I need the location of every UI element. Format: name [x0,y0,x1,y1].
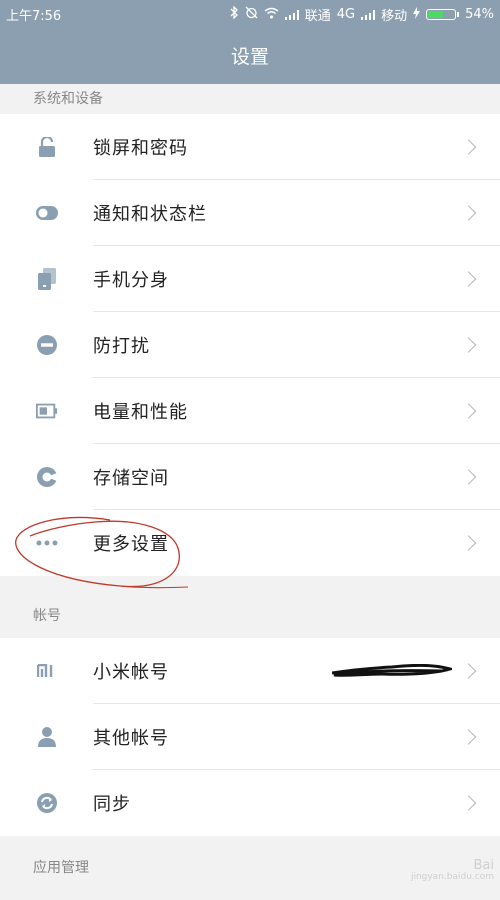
signal-icon-2 [361,9,376,20]
toggle-icon [36,202,58,224]
more-icon [36,532,58,554]
row-label: 更多设置 [93,534,169,555]
row-label: 同步 [93,794,131,815]
battery-icon [36,400,58,422]
battery-percent: 54% [465,7,494,22]
alarm-off-icon [245,6,258,23]
row-label: 锁屏和密码 [93,138,188,159]
bluetooth-icon [229,5,239,23]
section-header-account: 帐号 [0,586,500,646]
charging-icon [413,6,421,23]
carrier-2: 移动 [381,9,408,24]
chevron-right-icon [460,403,477,419]
settings-row-do-not-disturb[interactable]: 防打扰 [0,312,500,378]
chevron-right-icon [460,271,477,287]
page-title: 设置 [230,46,269,68]
row-label: 小米帐号 [93,662,169,683]
settings-row-battery[interactable]: 电量和性能 [0,378,500,444]
row-label: 电量和性能 [93,402,188,423]
settings-row-other-accounts[interactable]: 其他帐号 [0,704,500,770]
row-label: 存储空间 [93,468,169,489]
signal-icon [284,9,299,20]
chevron-right-icon [460,205,477,221]
chevron-right-icon [460,663,477,679]
account-settings-group: 小米帐号 其他帐号 同步 [0,638,500,836]
chevron-right-icon [460,729,477,745]
battery-nub [457,12,460,17]
settings-row-notifications[interactable]: 通知和状态栏 [0,180,500,246]
settings-row-lock-screen[interactable]: 锁屏和密码 [0,114,500,180]
phone-clone-icon [36,268,58,290]
system-settings-group: 锁屏和密码 通知和状态栏 手机分身 防打扰 电量和性能 存储空间 更多设置 [0,114,500,576]
chevron-right-icon [460,337,477,353]
section-header-system: 系统和设备 [0,84,500,114]
network-type: 4G [336,7,356,22]
mi-icon [36,660,58,682]
row-label: 防打扰 [93,336,150,357]
row-label: 通知和状态栏 [93,204,207,225]
watermark-url: jingyan.baidu.com [410,872,494,883]
row-label: 其他帐号 [93,728,169,749]
settings-row-sync[interactable]: 同步 [0,770,500,836]
watermark: Bai jingyan.baidu.com [410,857,495,883]
row-label: 手机分身 [93,270,169,291]
settings-row-second-space[interactable]: 手机分身 [0,246,500,312]
sync-icon [36,792,58,814]
chevron-right-icon [460,139,477,155]
chevron-right-icon [460,795,477,811]
wifi-icon [264,7,279,23]
watermark-brand: Bai [473,857,495,873]
carrier-1: 联通 [304,9,331,24]
settings-row-more[interactable]: 更多设置 [0,510,500,576]
redaction-scribble [332,664,452,677]
chevron-right-icon [460,535,477,551]
title-bar: 上午7:56 联通 4G 移动 54% 设置 [0,0,500,84]
status-indicators: 联通 4G 移动 54% [229,5,494,24]
chevron-right-icon [460,469,477,485]
settings-row-mi-account[interactable]: 小米帐号 [0,638,500,704]
battery-indicator [426,9,457,20]
status-bar: 上午7:56 联通 4G 移动 54% [0,0,500,26]
lock-icon [36,136,58,158]
battery-fill [428,11,444,18]
person-icon [36,726,58,748]
storage-icon [36,466,58,488]
status-time: 上午7:56 [6,9,62,24]
do-not-disturb-icon [36,334,58,356]
settings-row-storage[interactable]: 存储空间 [0,444,500,510]
